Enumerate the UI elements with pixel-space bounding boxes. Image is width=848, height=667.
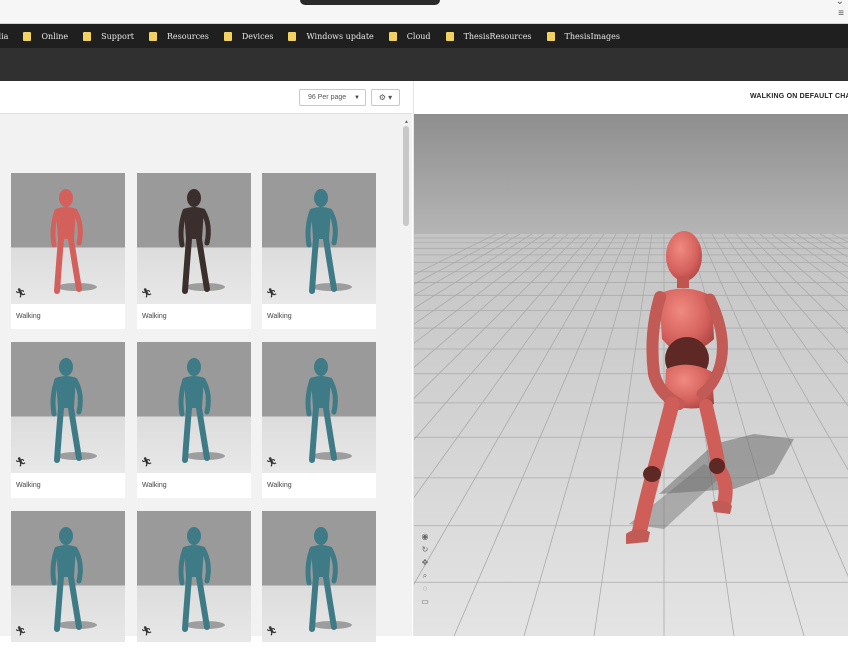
running-figure-icon: 🏃︎	[266, 457, 278, 467]
animation-thumbnail: 🏃︎	[262, 511, 376, 642]
character-figure	[305, 358, 352, 463]
animation-browser-panel: 96 Per page ▼ ⚙ ▾ ▲ 🏃︎ Walking 🏃︎ Walking 🏃︎…	[0, 81, 412, 667]
animation-card[interactable]: 🏃︎	[137, 511, 251, 667]
animation-thumbnail: 🏃︎	[262, 173, 376, 304]
running-figure-icon: 🏃︎	[266, 626, 278, 636]
folder-icon	[23, 31, 32, 41]
rotate-icon[interactable]: ↻	[419, 545, 431, 558]
animation-card[interactable]: 🏃︎	[262, 511, 376, 667]
folder-icon	[445, 31, 454, 41]
animation-card[interactable]: 🏃︎ Walking	[137, 342, 251, 498]
bookmark-cloud[interactable]: Cloud	[388, 24, 431, 48]
bookmark-resources[interactable]: Resources	[148, 24, 209, 48]
gear-icon: ⚙ ▾	[378, 93, 393, 102]
bookmark-label: Cloud	[406, 31, 431, 41]
running-figure-icon: 🏃︎	[141, 288, 153, 298]
folder-icon	[223, 31, 232, 41]
zoom-icon[interactable]: ⌕	[419, 571, 431, 584]
animation-card[interactable]: 🏃︎ Walking	[11, 342, 125, 498]
bookmark-windows-update[interactable]: Windows update	[288, 24, 374, 48]
animation-card[interactable]: 🏃︎ Walking	[262, 173, 376, 329]
bookmark-thesis-images[interactable]: ThesisImages	[546, 24, 620, 48]
animation-card[interactable]: 🏃︎ Walking	[262, 342, 376, 498]
bookmark-label: ThesisImages	[564, 31, 620, 41]
running-figure-icon: 🏃︎	[15, 457, 27, 467]
reset-icon[interactable]: ◌	[419, 584, 431, 597]
character-figure	[178, 527, 225, 632]
bookmark-label: Windows update	[306, 31, 374, 41]
bookmark-label: Devices	[241, 31, 274, 41]
bookmark-online[interactable]: Online	[23, 24, 68, 48]
animation-caption: Walking	[16, 482, 41, 489]
animation-caption: Walking	[267, 482, 292, 489]
running-figure-icon: 🏃︎	[141, 626, 153, 636]
animation-thumbnail: 🏃︎	[137, 342, 251, 473]
results-toolbar: 96 Per page ▼ ⚙ ▾	[0, 81, 412, 114]
character-figure	[50, 527, 97, 632]
animation-caption: Walking	[142, 482, 167, 489]
bookmark-label: ThesisResources	[463, 31, 532, 41]
animation-thumbnail: 🏃︎	[11, 342, 125, 473]
bookmark-thesis-resources[interactable]: ThesisResources	[445, 24, 532, 48]
animation-thumbnail: 🏃︎	[137, 511, 251, 642]
character-figure	[178, 358, 225, 463]
bookmark-label: dia	[0, 31, 9, 41]
bookmark-dia[interactable]: dia	[0, 24, 8, 48]
character-figure	[50, 189, 97, 294]
3d-viewport[interactable]: ◉ ↻ ✥ ⌕ ◌ ▭	[414, 114, 848, 636]
per-page-select[interactable]: 96 Per page ▼	[299, 89, 366, 106]
3d-scene	[414, 114, 848, 636]
folder-icon	[288, 31, 297, 41]
bookmark-label: Support	[101, 31, 134, 41]
menu-icon[interactable]: ≡	[838, 8, 844, 19]
character-figure	[50, 358, 97, 463]
scroll-up-icon[interactable]: ▲	[404, 119, 409, 125]
animation-thumbnail: 🏃︎	[11, 173, 125, 304]
bookmark-label: Resources	[166, 31, 209, 41]
character-figure	[305, 189, 352, 294]
bookmark-devices[interactable]: Devices	[223, 24, 274, 48]
running-figure-icon: 🏃︎	[266, 288, 278, 298]
settings-button[interactable]: ⚙ ▾	[371, 89, 400, 106]
window-control-icon[interactable]: ⌄	[836, 0, 844, 7]
animation-card[interactable]: 🏃︎ Walking	[11, 173, 125, 329]
per-page-value: 96 Per page	[308, 94, 347, 101]
folder-icon	[388, 31, 397, 41]
viewport-tools: ◉ ↻ ✥ ⌕ ◌ ▭	[419, 532, 431, 610]
bookmarks-bar: dia Online Support Resources Devices Win…	[0, 24, 848, 48]
bookmark-label: Online	[41, 31, 69, 41]
folder-icon	[148, 31, 157, 41]
pan-icon[interactable]: ✥	[419, 558, 431, 571]
character-figure	[178, 189, 225, 294]
scrollbar-thumb[interactable]	[403, 126, 409, 226]
animation-caption: Walking	[16, 313, 41, 320]
running-figure-icon: 🏃︎	[15, 626, 27, 636]
fullscreen-icon[interactable]: ▭	[419, 597, 431, 610]
browser-address-strip: ⌄ ≡	[0, 0, 848, 24]
running-figure-icon: 🏃︎	[15, 288, 27, 298]
running-figure-icon: 🏃︎	[141, 457, 153, 467]
viewer-title: WALKING ON DEFAULT CHA	[750, 93, 848, 100]
browser-tab-edge	[300, 0, 440, 5]
animation-caption: Walking	[142, 313, 167, 320]
animation-card[interactable]: 🏃︎	[11, 511, 125, 667]
preview-panel: WALKING ON DEFAULT CHA ◉ ↻ ✥ ⌕ ◌ ▭	[413, 81, 848, 636]
folder-icon	[83, 31, 92, 41]
app-header	[0, 48, 848, 81]
animation-caption: Walking	[267, 313, 292, 320]
camera-icon[interactable]: ◉	[419, 532, 431, 545]
folder-icon	[546, 31, 555, 41]
animation-card[interactable]: 🏃︎ Walking	[137, 173, 251, 329]
animation-thumbnail: 🏃︎	[262, 342, 376, 473]
character-figure	[305, 527, 352, 632]
animation-thumbnail: 🏃︎	[137, 173, 251, 304]
bookmark-support[interactable]: Support	[83, 24, 134, 48]
caret-down-icon: ▼	[354, 95, 360, 101]
animation-thumbnail: 🏃︎	[11, 511, 125, 642]
